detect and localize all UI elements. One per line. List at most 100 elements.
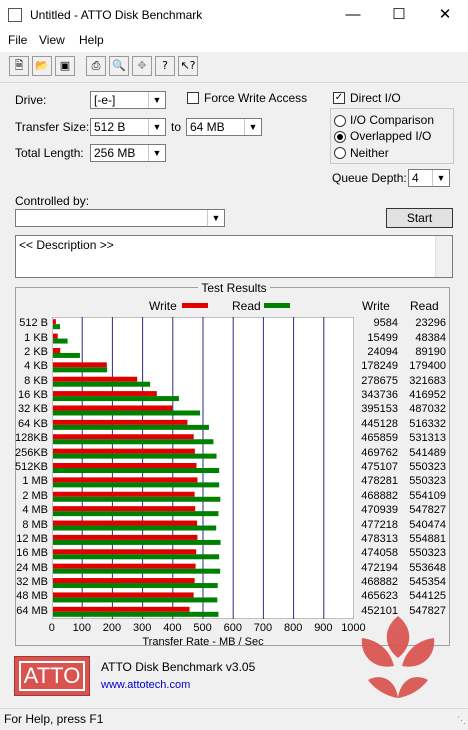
product-name: ATTO Disk Benchmark v3.05 xyxy=(101,660,256,674)
write-bar xyxy=(53,405,173,411)
category-label: 8 MB xyxy=(22,518,48,531)
maximize-button[interactable]: ☐ xyxy=(376,0,422,30)
write-bar xyxy=(53,563,196,569)
move-icon[interactable]: ✥ xyxy=(132,56,152,76)
io-comparison-radio[interactable] xyxy=(334,115,346,127)
print-preview-icon[interactable]: 🔍 xyxy=(109,56,129,76)
read-bar xyxy=(53,583,218,589)
write-bar xyxy=(53,520,198,526)
close-button[interactable]: ✕ xyxy=(422,0,468,30)
category-label: 64 MB xyxy=(16,604,48,617)
context-help-icon[interactable]: ↖? xyxy=(178,56,198,76)
write-value: 470939 xyxy=(361,504,398,517)
force-write-checkbox[interactable] xyxy=(187,92,199,104)
website-link[interactable]: www.attotech.com xyxy=(101,679,190,691)
read-value: 547827 xyxy=(409,504,446,517)
write-bar xyxy=(53,376,138,382)
drive-select[interactable]: [-e-] ▼ xyxy=(90,91,166,109)
total-length-label: Total Length: xyxy=(15,146,84,160)
write-value: 475107 xyxy=(361,461,398,473)
drive-label: Drive: xyxy=(15,93,47,107)
read-value: 321683 xyxy=(409,374,446,387)
write-bar xyxy=(53,333,58,339)
overlapped-io-label[interactable]: Overlapped I/O xyxy=(350,129,431,143)
chart-plot-area xyxy=(52,317,354,619)
x-tick-label: 300 xyxy=(133,622,152,634)
status-bar: For Help, press F1 ⋱ xyxy=(0,708,468,730)
io-comparison-label[interactable]: I/O Comparison xyxy=(350,113,434,127)
atto-logo[interactable]: ATTO xyxy=(14,656,90,696)
drive-value: [-e-] xyxy=(94,93,116,107)
chevron-down-icon: ▼ xyxy=(148,119,165,135)
write-value: 343736 xyxy=(361,389,398,402)
open-icon[interactable]: 📂 xyxy=(32,56,52,76)
x-tick-label: 800 xyxy=(284,622,303,634)
write-bar xyxy=(53,362,107,368)
read-value: 554109 xyxy=(409,489,446,502)
window-title: Untitled - ATTO Disk Benchmark xyxy=(30,8,203,22)
category-label: 1 MB xyxy=(22,475,48,488)
status-text: For Help, press F1 xyxy=(4,712,104,726)
write-bar xyxy=(53,549,197,555)
queue-depth-select[interactable]: 4 ▼ xyxy=(408,169,450,187)
read-bar xyxy=(53,324,61,330)
menu-file[interactable]: File xyxy=(8,33,27,47)
results-title-wrap: Test Results xyxy=(0,281,468,295)
watermark-logo xyxy=(361,616,435,698)
controlled-by-select[interactable]: ▼ xyxy=(15,209,225,227)
write-bar xyxy=(53,534,198,540)
x-tick-label: 0 xyxy=(48,622,55,634)
menu-help[interactable]: Help xyxy=(79,33,104,47)
write-bar xyxy=(53,477,198,483)
read-value: 553648 xyxy=(409,561,446,574)
write-bar xyxy=(53,491,195,497)
category-label: 256KB xyxy=(14,446,48,459)
category-label: 32 MB xyxy=(16,576,48,589)
description-box[interactable]: << Description >> xyxy=(15,235,453,278)
write-value: 465859 xyxy=(361,432,398,445)
chevron-down-icon: ▼ xyxy=(148,92,165,108)
total-length-select[interactable]: 256 MB ▼ xyxy=(90,144,166,162)
neither-label[interactable]: Neither xyxy=(350,146,389,160)
write-bar xyxy=(53,463,197,468)
save-icon[interactable]: ▣ xyxy=(55,56,75,76)
app-icon xyxy=(8,8,22,22)
direct-io-label[interactable]: Direct I/O xyxy=(350,91,401,105)
new-icon[interactable]: 🗎 xyxy=(9,56,29,76)
write-value: 478313 xyxy=(361,532,398,545)
x-tick-label: 100 xyxy=(72,622,91,634)
print-icon[interactable]: ⎙ xyxy=(86,56,106,76)
description-scrollbar[interactable] xyxy=(435,236,452,277)
read-value: 550323 xyxy=(409,461,446,473)
write-value: 468882 xyxy=(361,576,398,589)
read-bar xyxy=(53,568,221,574)
resize-grip-icon[interactable]: ⋱ xyxy=(457,715,466,726)
category-label: 1 KB xyxy=(24,331,48,344)
queue-depth-label: Queue Depth: xyxy=(332,171,407,185)
force-write-label[interactable]: Force Write Access xyxy=(204,91,307,105)
read-bar xyxy=(53,338,68,344)
start-button[interactable]: Start xyxy=(386,208,453,228)
legend-write-label: Write xyxy=(149,299,177,313)
direct-io-checkbox[interactable]: ✓ xyxy=(333,92,345,104)
write-bar xyxy=(53,391,157,397)
read-value: 550323 xyxy=(409,547,446,560)
chevron-down-icon: ▼ xyxy=(432,170,449,186)
overlapped-io-radio[interactable] xyxy=(334,131,346,143)
category-label: 512KB xyxy=(14,461,48,473)
minimize-button[interactable]: — xyxy=(330,0,376,30)
category-label: 2 MB xyxy=(22,489,48,502)
title-bar: Untitled - ATTO Disk Benchmark — ☐ ✕ xyxy=(0,0,468,30)
write-bar xyxy=(53,506,196,512)
help-icon[interactable]: ? xyxy=(155,56,175,76)
category-label: 24 MB xyxy=(16,561,48,574)
transfer-size-from-select[interactable]: 512 B ▼ xyxy=(90,118,166,136)
transfer-size-to-select[interactable]: 64 MB ▼ xyxy=(186,118,262,136)
menu-view[interactable]: View xyxy=(39,33,65,47)
total-length-value: 256 MB xyxy=(94,146,136,160)
controlled-by-label: Controlled by: xyxy=(15,194,90,208)
atto-logo-text: ATTO xyxy=(19,661,85,691)
neither-radio[interactable] xyxy=(334,147,346,159)
read-value: 541489 xyxy=(409,446,446,459)
category-label: 12 MB xyxy=(16,532,48,545)
